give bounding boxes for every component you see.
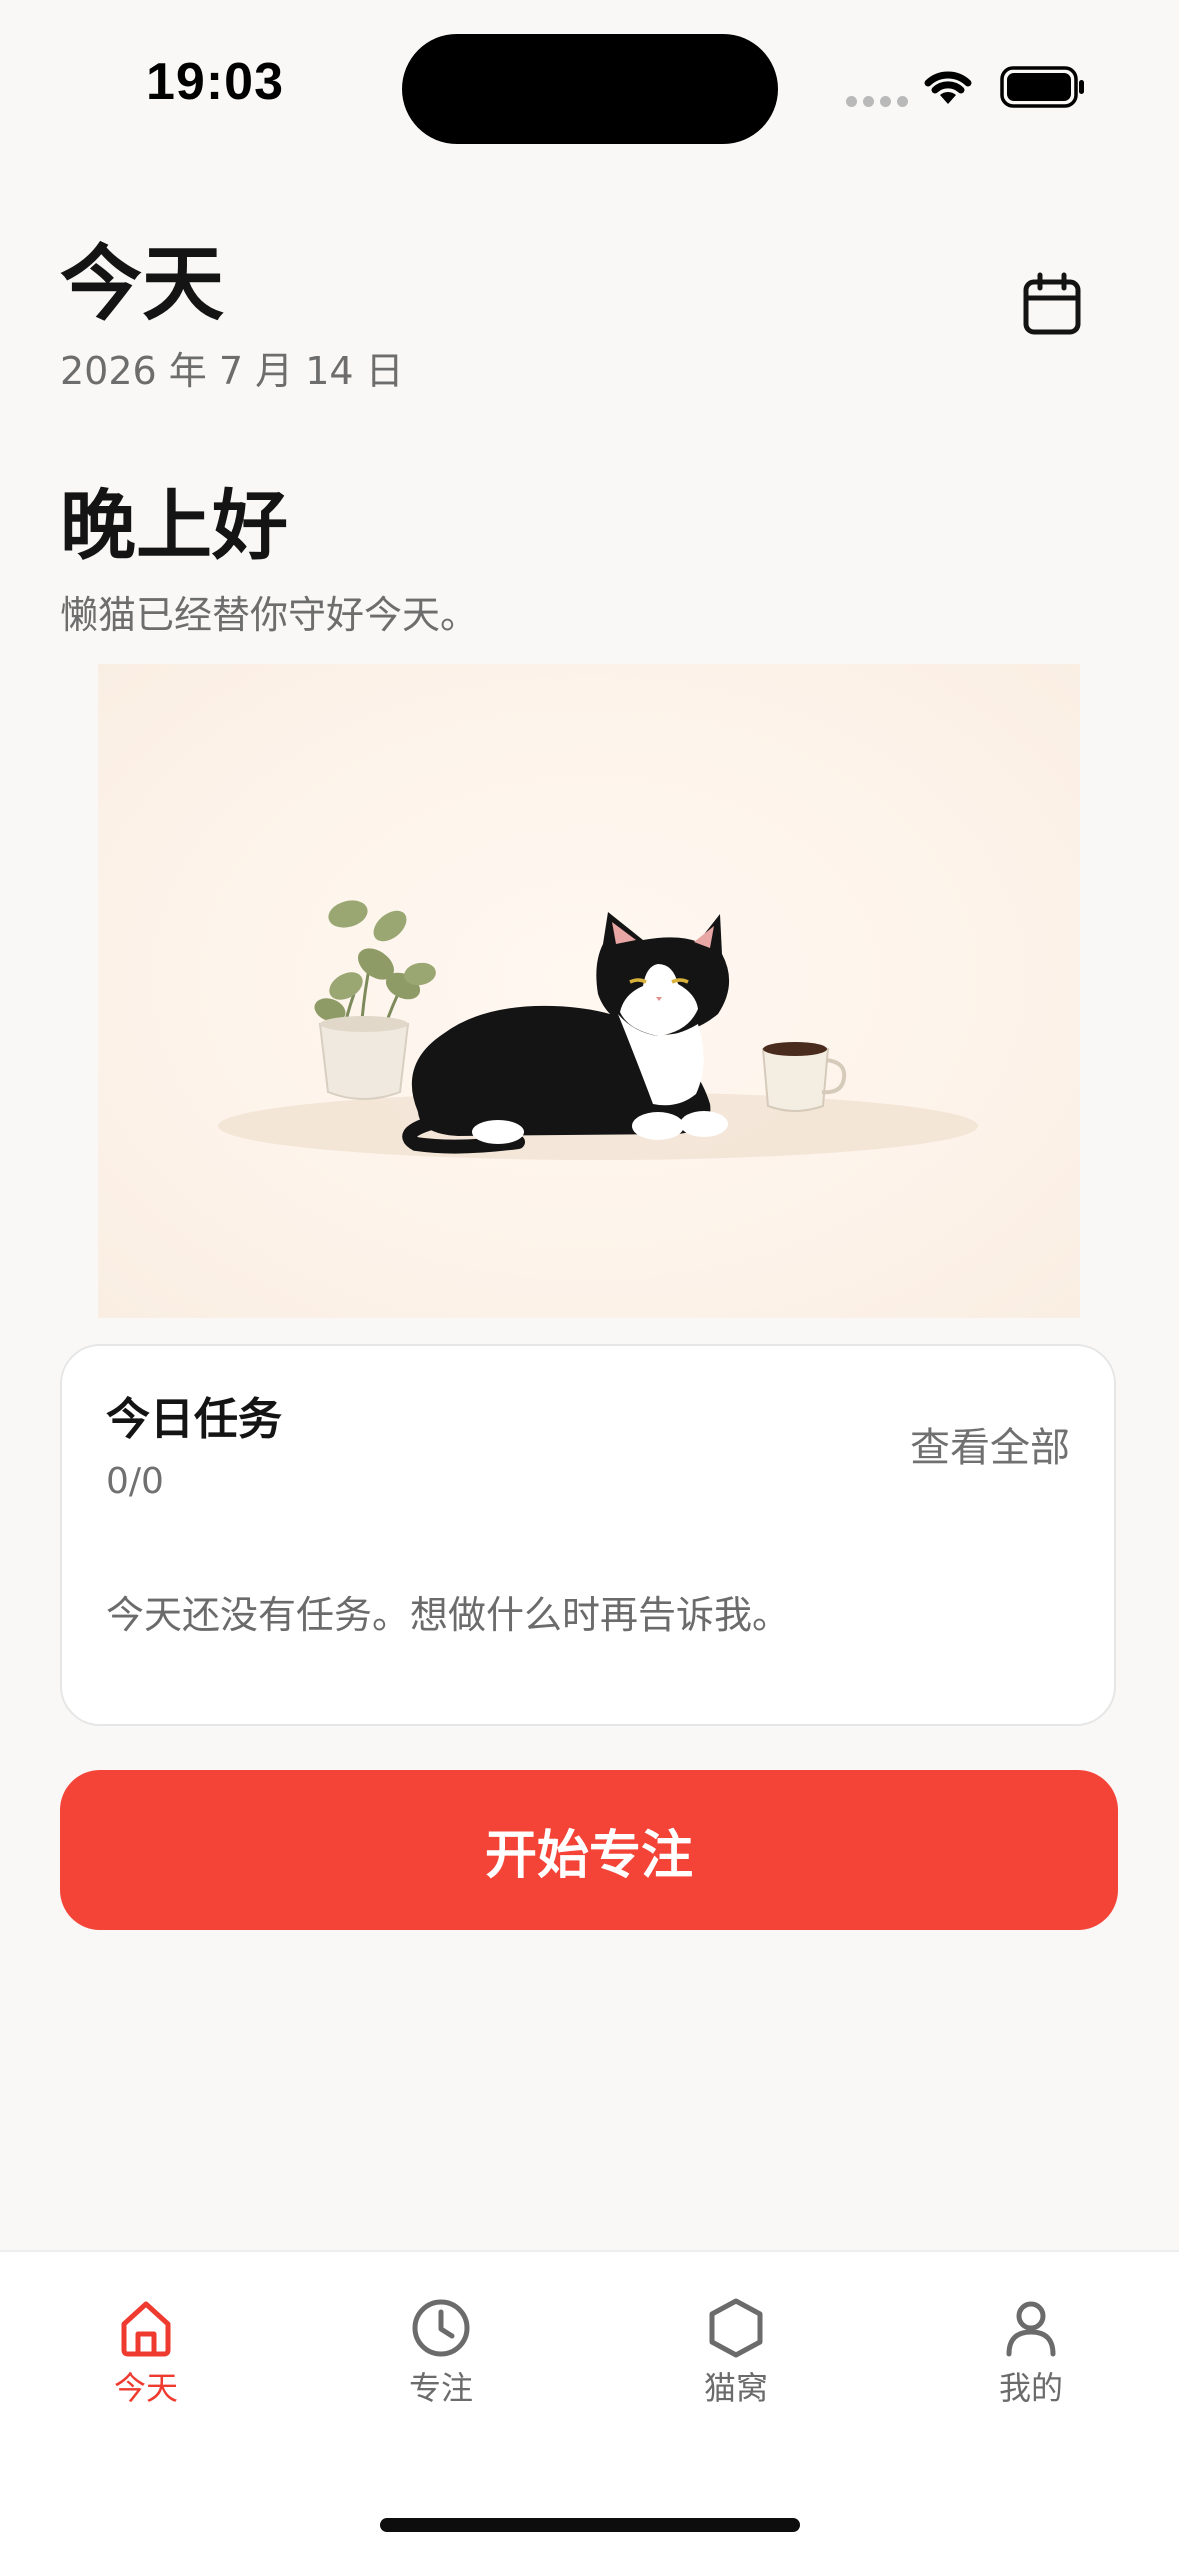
dynamic-island: [402, 34, 778, 144]
page-date: 2026 年 7 月 14 日: [60, 349, 404, 393]
greeting-subtitle: 懒猫已经替你守好今天。: [60, 593, 479, 637]
task-card-title: 今日任务: [106, 1394, 282, 1445]
cat-illustration: [98, 664, 1080, 1318]
greeting-title: 晚上好: [60, 481, 288, 570]
home-indicator[interactable]: [380, 2518, 800, 2532]
tab-focus[interactable]: 专注: [341, 2296, 541, 2404]
tab-label-today: 今天: [113, 2369, 178, 2407]
home-icon: [121, 2301, 171, 2357]
status-time: 19:03: [146, 53, 284, 111]
clock-icon: [412, 2299, 470, 2357]
hexagon-icon: [709, 2298, 763, 2358]
tab-profile[interactable]: 我的: [931, 2296, 1131, 2404]
start-focus-button[interactable]: 开始专注: [60, 1770, 1118, 1930]
page-title: 今天: [60, 237, 225, 332]
view-all-link[interactable]: 查看全部: [910, 1428, 1070, 1468]
wifi-icon: [924, 71, 972, 104]
calendar-button[interactable]: [1010, 262, 1094, 346]
task-empty-message: 今天还没有任务。想做什么时再告诉我。: [106, 1593, 791, 1637]
tab-bar: 今天 专注 猫窝 我的: [0, 2250, 1179, 2558]
cat-figure: [402, 912, 730, 1154]
task-card: 今日任务 0/0 查看全部 今天还没有任务。想做什么时再告诉我。: [60, 1344, 1116, 1726]
user-icon: [1006, 2301, 1056, 2357]
tab-label-profile: 我的: [998, 2369, 1063, 2407]
cellular-signal-icon: [846, 96, 908, 107]
calendar-icon: [1023, 272, 1081, 335]
tab-cat-nest[interactable]: 猫窝: [636, 2296, 836, 2404]
tab-label-focus: 专注: [408, 2369, 473, 2407]
tab-today[interactable]: 今天: [46, 2296, 246, 2404]
tab-label-cat-nest: 猫窝: [703, 2369, 768, 2407]
task-count: 0/0: [106, 1461, 164, 1502]
cat-illustration-art: [218, 900, 978, 1160]
battery-icon: [1000, 66, 1084, 108]
